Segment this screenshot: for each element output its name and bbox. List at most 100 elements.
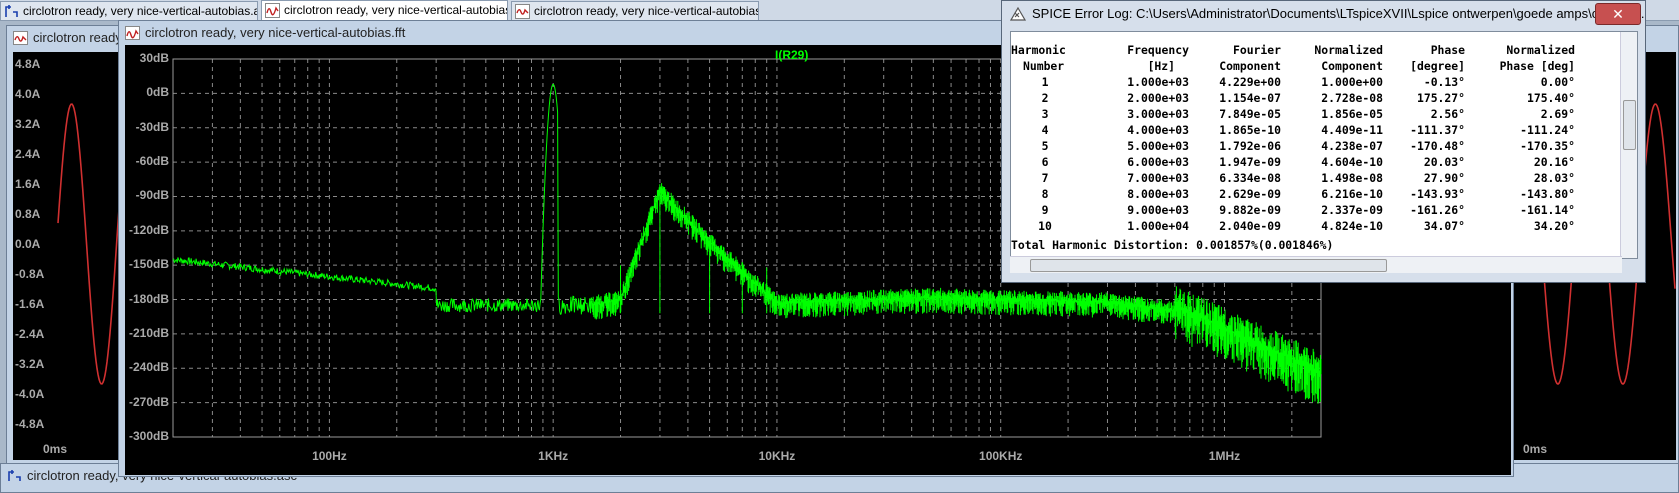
y-tick-label: -300dB [128, 429, 169, 443]
x-tick-label: 10KHz [758, 449, 796, 463]
fft-trace [172, 83, 593, 315]
table-cell: 9 [1041, 203, 1049, 217]
tab-schematic[interactable]: circlotron ready, very nice-vertical-aut… [0, 1, 258, 20]
table-header-row: Number [Hz] Component Component [degree]… [1011, 58, 1575, 74]
table-cell: -111.37° [1410, 123, 1465, 137]
table-cell: 4.409e-11 [1321, 123, 1383, 137]
scrollbar-thumb[interactable] [1623, 100, 1636, 150]
column-header: [Hz] [1147, 59, 1175, 73]
waveform-plot-area[interactable]: 4.8A 4.0A 3.2A 2.4A 1.6A 0.8A 0.0A -0.8A -1.6A -2… [13, 52, 123, 460]
table-cell: 1.856e-05 [1321, 107, 1383, 121]
vertical-scrollbar[interactable] [1620, 32, 1637, 258]
table-cell: 10 [1038, 219, 1052, 233]
table-cell: 2 [1041, 91, 1049, 105]
table-cell: 4.229e+00 [1219, 75, 1281, 89]
table-cell: 4.824e-10 [1321, 219, 1383, 233]
y-tick-label: -180dB [128, 291, 169, 306]
column-header: Phase [1430, 43, 1465, 57]
table-cell: 4.604e-10 [1321, 155, 1383, 169]
schematic-icon [5, 5, 18, 17]
table-cell: 20.16° [1533, 155, 1575, 169]
table-cell: 5.000e+03 [1127, 139, 1189, 153]
y-tick-label: -150dB [128, 257, 169, 272]
x-tick-label: 1KHz [538, 449, 569, 463]
table-cell: 1.865e-10 [1219, 123, 1281, 137]
column-header: Component [1321, 59, 1383, 73]
column-header: Phase [deg] [1499, 59, 1575, 73]
table-cell: 1.000e+03 [1127, 75, 1189, 89]
column-header: Fourier [1232, 43, 1281, 57]
y-tick-label: 30dB [139, 51, 169, 65]
column-header: Normalized [1314, 43, 1383, 57]
table-cell: 6.334e-08 [1219, 171, 1281, 185]
table-cell: 2.629e-09 [1219, 187, 1281, 201]
table-cell: -143.93° [1410, 187, 1465, 201]
y-tick-label: -240dB [128, 360, 169, 375]
table-cell: 1.947e-09 [1219, 155, 1281, 169]
table-cell: -161.14° [1520, 203, 1575, 217]
y-tick-label: -120dB [128, 222, 169, 237]
trace-label[interactable]: I(R29) [775, 48, 808, 62]
table-cell: 2.040e-09 [1219, 219, 1281, 233]
table-cell: -170.48° [1410, 139, 1465, 153]
total-harmonic-distortion-line: Total Harmonic Distortion: 0.001857%(0.0… [1011, 238, 1334, 252]
waveform-icon [13, 31, 28, 45]
y-tick-label: -90dB [135, 188, 169, 203]
spice-error-log-window: SPICE Error Log: C:\Users\Administrator\… [1001, 0, 1646, 283]
table-cell: -161.26° [1410, 203, 1465, 217]
column-header: Frequency [1127, 43, 1189, 57]
y-tick-label: 0dB [146, 85, 169, 100]
x-tick-label: 1MHz [1208, 449, 1241, 463]
table-cell: -143.80° [1520, 187, 1575, 201]
scrollbar-thumb[interactable] [1030, 259, 1387, 272]
table-cell: 6.216e-10 [1321, 187, 1383, 201]
table-cell: 8.000e+03 [1127, 187, 1189, 201]
table-row: 10 1.000e+04 2.040e-09 4.824e-10 34.07° 34.20… [1011, 218, 1575, 234]
table-cell: 1.792e-06 [1219, 139, 1281, 153]
table-header-row: Harmonic Frequency Fourier Normalized Ph… [1011, 42, 1575, 58]
table-cell: 3.000e+03 [1127, 107, 1189, 121]
table-cell: 7.000e+03 [1127, 171, 1189, 185]
table-cell: 1.000e+00 [1321, 75, 1383, 89]
table-cell: 6.000e+03 [1127, 155, 1189, 169]
tab-raw[interactable]: circlotron ready, very nice-vertical-aut… [511, 1, 759, 20]
table-cell: 2.000e+03 [1127, 91, 1189, 105]
table-cell: 34.20° [1533, 219, 1575, 233]
tab-label: circlotron ready, very nice-vertical-aut… [284, 3, 508, 17]
table-cell: 4.000e+03 [1127, 123, 1189, 137]
table-row: 2 2.000e+03 1.154e-07 2.728e-08 175.27° 175.4… [1011, 90, 1575, 106]
table-cell: 8 [1041, 187, 1049, 201]
y-tick-label: -210dB [128, 325, 169, 340]
table-cell: 0.00° [1540, 75, 1575, 89]
table-row: 9 9.000e+03 9.882e-09 2.337e-09 -161.26° -161… [1011, 202, 1575, 218]
horizontal-scrollbar[interactable] [1010, 256, 1622, 273]
fft-waveform-icon [125, 26, 140, 40]
column-header: Normalized [1506, 43, 1575, 57]
table-cell: 1.000e+04 [1127, 219, 1189, 233]
table-cell: -0.13° [1423, 75, 1465, 89]
current-waveform-trace [57, 103, 122, 385]
table-cell: 1.154e-07 [1219, 91, 1281, 105]
y-tick-label: -270dB [128, 394, 169, 409]
table-cell: 2.337e-09 [1321, 203, 1383, 217]
table-cell: -111.24° [1520, 123, 1575, 137]
fft-waveform-icon [265, 3, 280, 18]
table-cell: 175.27° [1416, 91, 1465, 105]
table-cell: 6 [1041, 155, 1049, 169]
tab-fft[interactable]: circlotron ready, very nice-vertical-aut… [261, 0, 508, 21]
table-row: 8 8.000e+03 2.629e-09 6.216e-10 -143.93° -143… [1011, 186, 1575, 202]
table-row: 3 3.000e+03 7.849e-05 1.856e-05 2.56° 2.69° [1011, 106, 1575, 122]
x-tick-label: 100Hz [312, 449, 347, 463]
table-cell: 4.238e-07 [1321, 139, 1383, 153]
column-header: [degree] [1410, 59, 1465, 73]
x-tick-label-right: 0ms [1523, 442, 1548, 456]
table-cell: 20.03° [1423, 155, 1465, 169]
window-title: SPICE Error Log: C:\Users\Administrator\… [1002, 1, 1645, 27]
log-text-area[interactable]: Harmonic Frequency Fourier Normalized Ph… [1010, 31, 1638, 259]
table-cell: 7 [1041, 171, 1049, 185]
table-cell: 175.40° [1526, 91, 1575, 105]
table-cell: 2.56° [1430, 107, 1465, 121]
waveform-icon [515, 4, 530, 19]
table-cell: 27.90° [1423, 171, 1465, 185]
close-button[interactable]: ✕ [1595, 3, 1641, 25]
